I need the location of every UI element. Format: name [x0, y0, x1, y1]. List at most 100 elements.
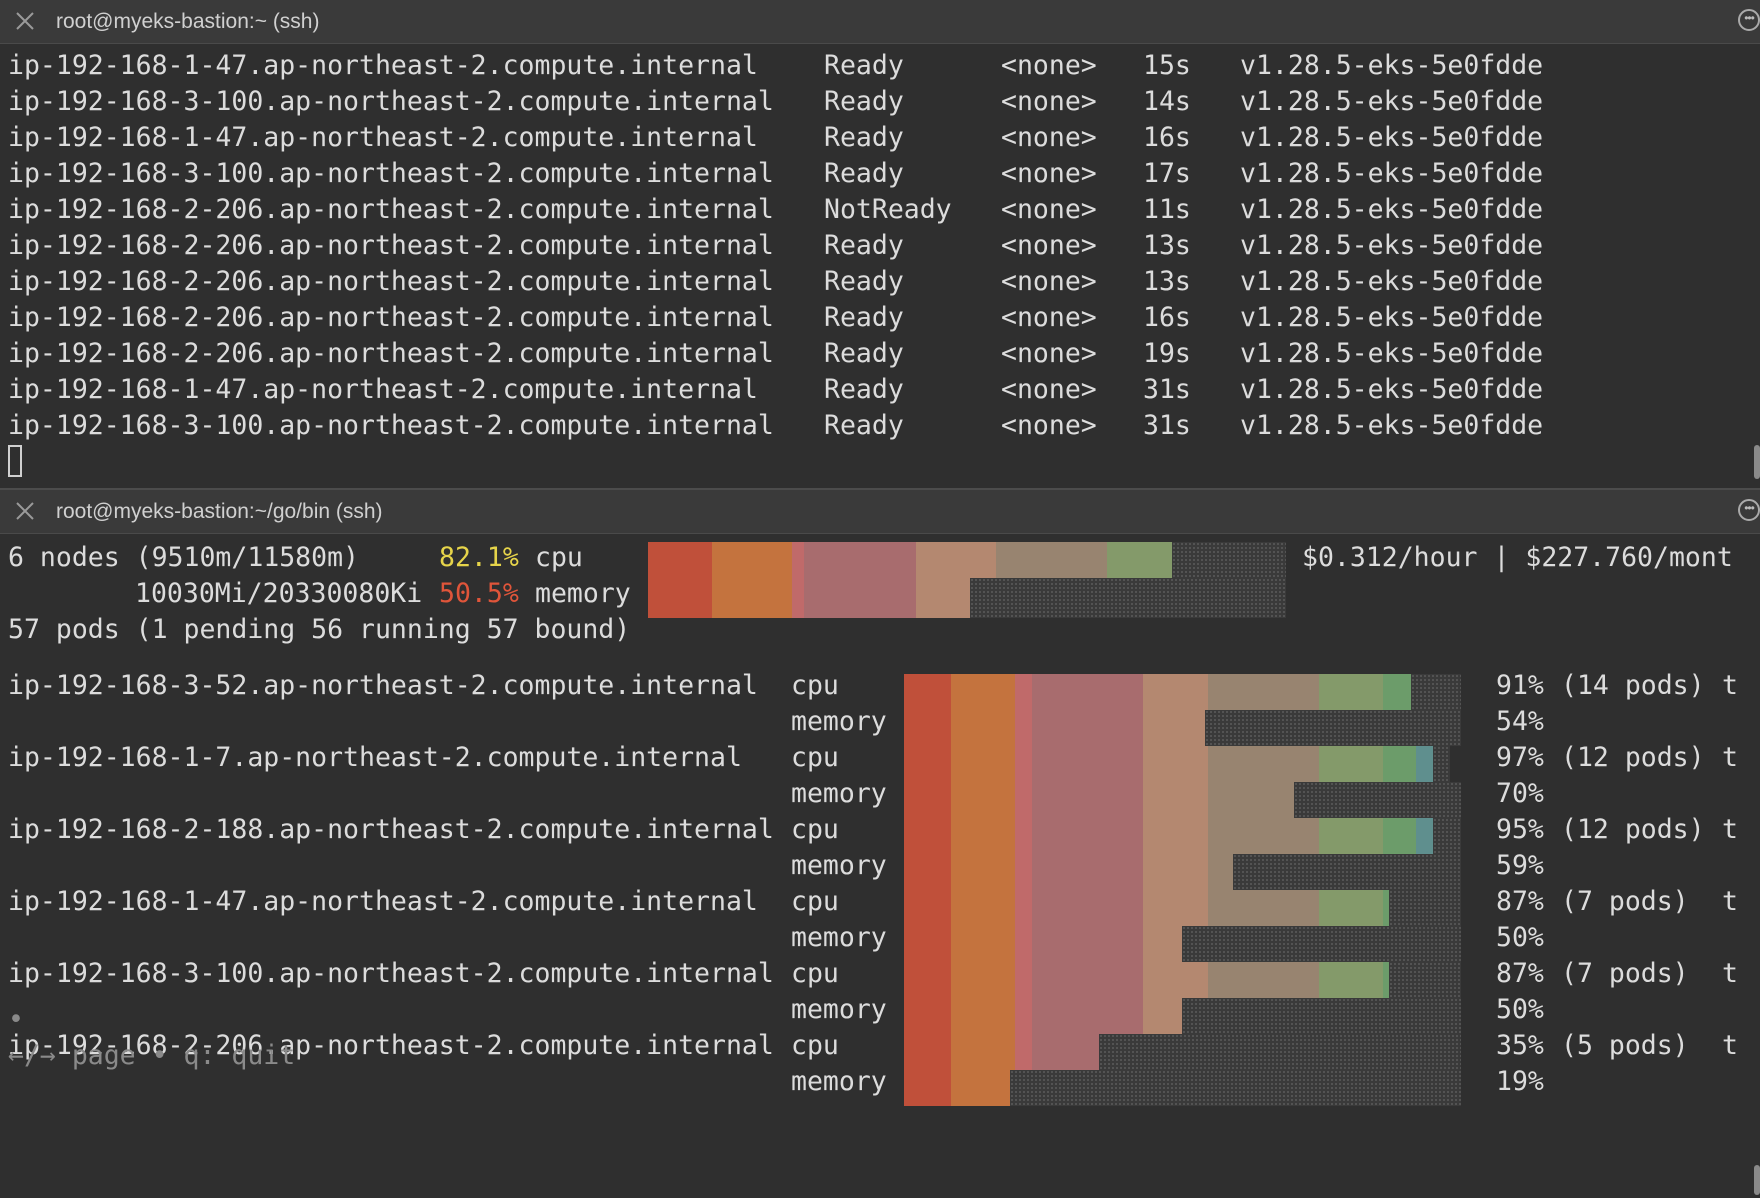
- bar-segment: [1032, 818, 1144, 854]
- bar-remaining: [1410, 674, 1461, 710]
- bar-remaining: [1182, 998, 1461, 1034]
- pod-count: (5 pods): [1561, 1030, 1689, 1061]
- bar-segment: [951, 782, 1016, 818]
- bar-segment: [951, 962, 1016, 998]
- node-status: Ready: [824, 374, 904, 405]
- node-memory-bar: [904, 782, 1461, 818]
- bar-segment: [1032, 854, 1144, 890]
- bar-segment: [951, 1034, 1016, 1070]
- scrollbar[interactable]: [1754, 445, 1760, 479]
- cpu-label: cpu: [791, 1030, 839, 1061]
- node-name: ip-192-168-1-47.ap-northeast-2.compute.i…: [8, 122, 758, 153]
- cpu-label: cpu: [791, 742, 839, 773]
- scrollbar[interactable]: [1754, 1165, 1760, 1195]
- bar-segment: [951, 1070, 1010, 1106]
- node-version: v1.28.5-eks-5e0fdde: [1240, 266, 1544, 297]
- pods-summary: 57 pods (1 pending 56 running 57 bound): [8, 614, 631, 645]
- bar-segment: [1207, 818, 1319, 854]
- bar-segment: [1032, 998, 1144, 1034]
- node-roles: <none>: [1001, 266, 1097, 297]
- bar-segment: [791, 578, 805, 618]
- node-age: 16s: [1143, 302, 1191, 333]
- node-age: 31s: [1143, 374, 1191, 405]
- node-name: ip-192-168-1-47.ap-northeast-2.compute.i…: [8, 886, 758, 917]
- bar-segment: [1015, 854, 1033, 890]
- memory-percent: 50%: [1496, 994, 1544, 1025]
- bar-segment: [1015, 710, 1033, 746]
- cpu-summary-percent: 82.1%: [439, 542, 519, 573]
- bar-segment: [791, 542, 805, 582]
- node-version: v1.28.5-eks-5e0fdde: [1240, 194, 1544, 225]
- cost-summary: $0.312/hour | $227.760/mont: [1302, 542, 1733, 573]
- bottom-terminal-pane[interactable]: root@myeks-bastion:~/go/bin (ssh) ••• 6 …: [0, 490, 1760, 1198]
- pod-count: (12 pods): [1561, 814, 1705, 845]
- bar-segment: [1143, 674, 1208, 710]
- bar-segment: [904, 710, 952, 746]
- bar-segment: [904, 782, 952, 818]
- cpu-percent: 97%: [1496, 742, 1544, 773]
- close-icon[interactable]: [14, 10, 36, 32]
- bar-segment: [1015, 674, 1033, 710]
- bar-segment: [904, 746, 952, 782]
- top-pane-title: root@myeks-bastion:~ (ssh): [56, 10, 320, 33]
- node-version: v1.28.5-eks-5e0fdde: [1240, 50, 1544, 81]
- bar-segment: [1416, 818, 1434, 854]
- truncated-text: t: [1722, 814, 1738, 845]
- memory-label: memory: [791, 994, 887, 1025]
- node-age: 17s: [1143, 158, 1191, 189]
- node-status: Ready: [824, 158, 904, 189]
- bar-segment: [1143, 962, 1208, 998]
- pod-count: (12 pods): [1561, 742, 1705, 773]
- node-name: ip-192-168-1-47.ap-northeast-2.compute.i…: [8, 374, 758, 405]
- bar-remaining: [1204, 710, 1461, 746]
- bar-segment: [904, 926, 952, 962]
- bar-segment: [1032, 674, 1144, 710]
- node-age: 15s: [1143, 50, 1191, 81]
- memory-percent: 54%: [1496, 706, 1544, 737]
- cpu-percent: 35%: [1496, 1030, 1544, 1061]
- node-name: ip-192-168-1-47.ap-northeast-2.compute.i…: [8, 50, 758, 81]
- cpu-label: cpu: [791, 886, 839, 917]
- top-terminal-pane[interactable]: root@myeks-bastion:~ (ssh) ••• ip-192-16…: [0, 0, 1760, 490]
- bar-segment: [904, 818, 952, 854]
- bar-segment: [1015, 1034, 1033, 1070]
- bar-segment: [1318, 962, 1383, 998]
- node-name: ip-192-168-2-206.ap-northeast-2.compute.…: [8, 266, 774, 297]
- bar-segment: [1207, 746, 1319, 782]
- bar-segment: [915, 542, 996, 582]
- node-cpu-bar: [904, 1034, 1461, 1070]
- bar-segment: [1015, 746, 1033, 782]
- node-status: NotReady: [824, 194, 952, 225]
- node-age: 14s: [1143, 86, 1191, 117]
- node-version: v1.28.5-eks-5e0fdde: [1240, 122, 1544, 153]
- node-age: 13s: [1143, 266, 1191, 297]
- bar-segment: [648, 578, 712, 618]
- node-roles: <none>: [1001, 194, 1097, 225]
- close-icon[interactable]: [14, 500, 36, 522]
- bar-segment: [1015, 782, 1033, 818]
- bar-segment: [1143, 926, 1183, 962]
- bar-segment: [1015, 998, 1033, 1034]
- more-options-icon[interactable]: •••: [1738, 9, 1760, 31]
- bar-segment: [1032, 710, 1144, 746]
- node-status: Ready: [824, 86, 904, 117]
- memory-label: memory: [791, 778, 887, 809]
- bar-remaining: [1433, 746, 1450, 782]
- bar-segment: [951, 890, 1016, 926]
- bar-remaining: [1009, 1070, 1461, 1106]
- truncated-text: t: [1722, 886, 1738, 917]
- more-options-icon[interactable]: •••: [1738, 499, 1760, 521]
- memory-summary-detail: 10030Mi/20330080Ki: [135, 578, 423, 609]
- node-name: ip-192-168-2-206.ap-northeast-2.compute.…: [8, 230, 774, 261]
- node-name: ip-192-168-3-100.ap-northeast-2.compute.…: [8, 958, 774, 989]
- bar-segment: [951, 854, 1016, 890]
- node-roles: <none>: [1001, 374, 1097, 405]
- bar-segment: [1143, 998, 1183, 1034]
- bullet: •: [8, 1004, 24, 1035]
- node-cpu-bar: [904, 890, 1461, 926]
- node-status: Ready: [824, 50, 904, 81]
- bar-segment: [1318, 818, 1383, 854]
- node-roles: <none>: [1001, 410, 1097, 441]
- node-status: Ready: [824, 230, 904, 261]
- cpu-label: cpu: [791, 958, 839, 989]
